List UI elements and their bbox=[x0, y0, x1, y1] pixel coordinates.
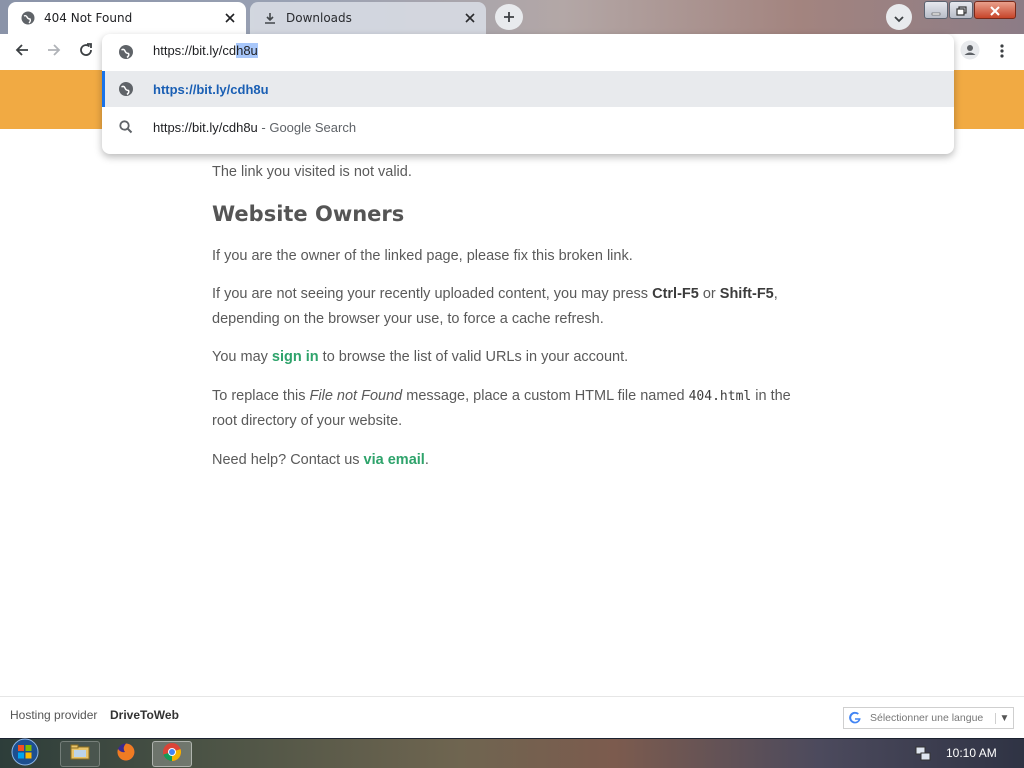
close-tab-icon[interactable] bbox=[222, 10, 238, 26]
sign-in-text-part: to browse the list of valid URLs in your… bbox=[318, 349, 629, 365]
site-info-icon[interactable] bbox=[118, 44, 134, 64]
avatar-icon bbox=[960, 40, 980, 64]
help-text: Need help? Contact us via email. bbox=[212, 448, 812, 473]
reload-button[interactable] bbox=[72, 38, 100, 66]
tab-strip: 404 Not Found Downloads bbox=[0, 0, 1024, 34]
filename-code: 404.html bbox=[688, 389, 752, 404]
tab-search-button[interactable] bbox=[886, 4, 912, 30]
cache-text-part: If you are not seeing your recently uplo… bbox=[212, 286, 653, 302]
windows-taskbar: 10:10 AM bbox=[0, 738, 1024, 768]
reload-icon bbox=[78, 42, 94, 62]
suggestion-description: - Google Search bbox=[257, 120, 357, 135]
google-g-icon bbox=[844, 708, 866, 728]
suggestion-url[interactable]: https://bit.ly/cdh8u bbox=[102, 71, 954, 107]
help-text-part: . bbox=[424, 452, 429, 468]
dropdown-arrow-icon: ▼ bbox=[995, 712, 1013, 724]
help-text-part: Need help? Contact us bbox=[212, 452, 364, 468]
restore-icon bbox=[955, 1, 967, 20]
start-button[interactable] bbox=[4, 738, 46, 768]
custom-404-part: message, place a custom HTML file named bbox=[402, 388, 689, 404]
menu-button[interactable] bbox=[988, 38, 1016, 66]
address-bar[interactable]: https://bit.ly/cdh8u bbox=[102, 34, 954, 70]
sign-in-link[interactable]: sign in bbox=[272, 349, 319, 365]
arrow-left-icon bbox=[14, 42, 30, 62]
sign-in-text-part: You may bbox=[212, 349, 272, 365]
file-not-found-emphasis: File not Found bbox=[309, 388, 403, 404]
url-input[interactable]: https://bit.ly/cdh8u bbox=[153, 43, 258, 58]
shift-f5-key: Shift-F5 bbox=[719, 286, 774, 302]
window-close-button[interactable] bbox=[974, 1, 1016, 19]
windows-logo-icon bbox=[10, 738, 40, 768]
window-restore-button[interactable] bbox=[949, 1, 973, 19]
close-tab-icon[interactable] bbox=[462, 10, 478, 26]
custom-404-text: To replace this File not Found message, … bbox=[212, 384, 812, 434]
search-icon bbox=[118, 119, 134, 138]
ctrl-f5-key: Ctrl-F5 bbox=[652, 286, 699, 302]
suggestion-text: https://bit.ly/cdh8u - Google Search bbox=[153, 120, 356, 135]
chrome-icon bbox=[162, 742, 182, 766]
new-tab-button[interactable] bbox=[495, 4, 523, 30]
hosting-provider-label: Hosting provider bbox=[10, 708, 98, 722]
cache-refresh-text: If you are not seeing your recently uplo… bbox=[212, 282, 812, 332]
url-selected-text: h8u bbox=[236, 43, 258, 58]
suggestion-search[interactable]: https://bit.ly/cdh8u - Google Search bbox=[102, 109, 954, 145]
more-vert-icon bbox=[1000, 43, 1004, 62]
back-button[interactable] bbox=[8, 38, 36, 66]
language-select-value: Sélectionner une langue bbox=[870, 712, 984, 724]
page-footer: Hosting provider DriveToWeb Sélectionner… bbox=[0, 696, 1024, 737]
system-clock[interactable]: 10:10 AM bbox=[946, 746, 997, 760]
email-link[interactable]: via email bbox=[364, 452, 425, 468]
close-icon bbox=[990, 1, 1000, 20]
folder-icon bbox=[70, 744, 90, 764]
taskbar-explorer[interactable] bbox=[60, 741, 100, 767]
download-icon bbox=[262, 10, 278, 26]
window-minimize-button[interactable] bbox=[924, 1, 948, 19]
owner-fix-text: If you are the owner of the linked page,… bbox=[212, 248, 633, 264]
globe-icon bbox=[118, 81, 134, 100]
plus-icon bbox=[503, 8, 515, 27]
network-icon[interactable] bbox=[914, 745, 932, 763]
tab-downloads[interactable]: Downloads bbox=[250, 2, 486, 34]
suggestion-query: https://bit.ly/cdh8u bbox=[153, 120, 258, 135]
url-text: https://bit.ly/cd bbox=[153, 43, 237, 58]
cache-text-part: or bbox=[698, 286, 720, 302]
sign-in-text: You may sign in to browse the list of va… bbox=[212, 345, 812, 370]
taskbar-firefox[interactable] bbox=[106, 741, 146, 767]
arrow-right-icon bbox=[46, 42, 62, 62]
minimize-icon bbox=[931, 1, 941, 20]
website-owners-heading: Website Owners bbox=[212, 202, 405, 226]
hosting-provider-name: DriveToWeb bbox=[110, 708, 179, 722]
omnibox-dropdown: https://bit.ly/cdh8u https://bit.ly/cdh8… bbox=[102, 34, 954, 154]
taskbar-chrome[interactable] bbox=[152, 741, 192, 767]
suggestion-text: https://bit.ly/cdh8u bbox=[153, 82, 269, 97]
custom-404-part: To replace this bbox=[212, 388, 310, 404]
tab-404-not-found[interactable]: 404 Not Found bbox=[8, 2, 246, 34]
chevron-down-icon bbox=[894, 8, 904, 27]
profile-button[interactable] bbox=[956, 38, 984, 66]
language-select[interactable]: Sélectionner une langue ▼ bbox=[843, 707, 1014, 729]
forward-button[interactable] bbox=[40, 38, 68, 66]
globe-icon bbox=[20, 10, 36, 26]
firefox-icon bbox=[116, 742, 136, 766]
tab-label: 404 Not Found bbox=[44, 11, 133, 25]
tab-label: Downloads bbox=[286, 11, 352, 25]
intro-text: The link you visited is not valid. bbox=[212, 164, 412, 180]
